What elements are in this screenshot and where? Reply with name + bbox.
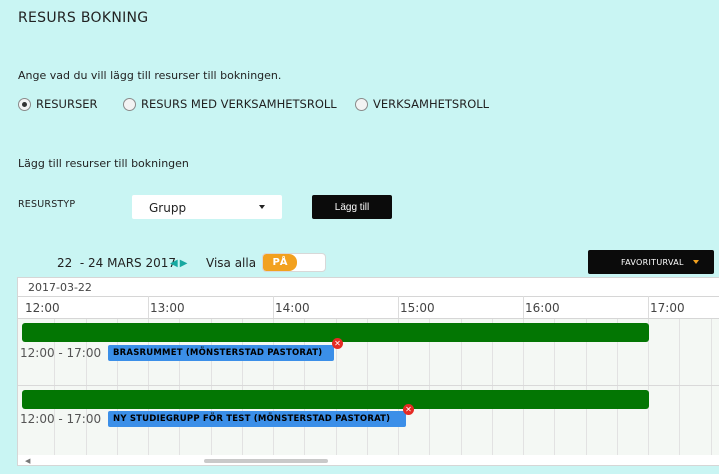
booking-time: 12:00 - 17:00 (20, 412, 102, 426)
next-arrow-icon[interactable]: ▶ (180, 258, 188, 269)
grid-line (679, 386, 681, 455)
timeline-header-divider (18, 296, 719, 297)
close-icon[interactable]: ✕ (332, 338, 343, 349)
intro-text: Ange vad du vill lägg till resurser till… (18, 69, 282, 82)
previous-arrow-icon[interactable]: ◀ (170, 258, 178, 269)
resource-type-value: Grupp (149, 201, 187, 215)
add-button[interactable]: Lägg till (312, 195, 392, 219)
radio-resurser[interactable]: RESURSER (18, 97, 98, 111)
close-icon[interactable]: ✕ (403, 404, 414, 415)
radio-resurs-med-verksamhetsroll-dot[interactable] (123, 97, 136, 111)
date-range: 22 - 24 MARS 2017 (57, 256, 176, 270)
hour-label: 12:00 (25, 301, 60, 315)
radio-resurs-med-verksamhetsroll-label: RESURS MED VERKSAMHETSROLL (141, 97, 337, 111)
resource-type-label: RESURSTYP (18, 199, 76, 210)
toggle-on-label: PÅ (263, 254, 297, 271)
add-resources-label: Lägg till resurser till bokningen (18, 157, 189, 170)
grid-line (679, 319, 681, 385)
hour-label: 17:00 (650, 301, 685, 315)
scrollbar-thumb[interactable] (204, 459, 328, 463)
booking-bar[interactable] (22, 390, 649, 409)
chevron-down-icon (693, 260, 699, 264)
booking-time: 12:00 - 17:00 (20, 346, 102, 360)
chevron-down-icon (259, 205, 265, 209)
hour-label: 13:00 (150, 301, 185, 315)
date-nav-arrows: ◀ ▶ (170, 258, 187, 269)
hour-divider (273, 296, 274, 318)
horizontal-scrollbar[interactable]: ◀ (18, 455, 719, 465)
visa-alla-label: Visa alla (206, 256, 257, 270)
radio-resurs-med-verksamhetsroll[interactable]: RESURS MED VERKSAMHETSROLL (123, 97, 337, 111)
radio-verksamhetsroll-label: VERKSAMHETSROLL (373, 97, 490, 111)
resource-badge[interactable]: BRASRUMMET (MÖNSTERSTAD PASTORAT) (108, 345, 334, 361)
timeline: 2017-03-22 12:00 13:00 14:00 15:00 16:00… (17, 277, 719, 466)
hour-label: 16:00 (525, 301, 560, 315)
hour-divider (148, 296, 149, 318)
timeline-date: 2017-03-22 (28, 281, 92, 294)
hour-divider (523, 296, 524, 318)
radio-verksamhetsroll[interactable]: VERKSAMHETSROLL (355, 97, 489, 111)
radio-verksamhetsroll-dot[interactable] (355, 97, 368, 111)
visa-alla-toggle[interactable]: PÅ (262, 253, 326, 272)
hour-label: 14:00 (275, 301, 310, 315)
grid-line (710, 319, 712, 385)
hour-divider (398, 296, 399, 318)
radio-resurser-dot[interactable] (18, 97, 31, 111)
radio-resurser-label: RESURSER (36, 97, 98, 111)
favorites-button[interactable]: FAVORITURVAL (588, 250, 714, 274)
hour-label: 15:00 (400, 301, 435, 315)
hour-divider (648, 296, 649, 318)
scroll-left-arrow-icon[interactable]: ◀ (25, 457, 30, 465)
resource-badge[interactable]: NY STUDIEGRUPP FÖR TEST (MÖNSTERSTAD PAS… (108, 411, 406, 427)
favorites-button-label: FAVORITURVAL (621, 257, 684, 267)
resource-type-select[interactable]: Grupp (132, 195, 282, 219)
grid-line (710, 386, 712, 455)
page-title: RESURS BOKNING (18, 10, 149, 26)
